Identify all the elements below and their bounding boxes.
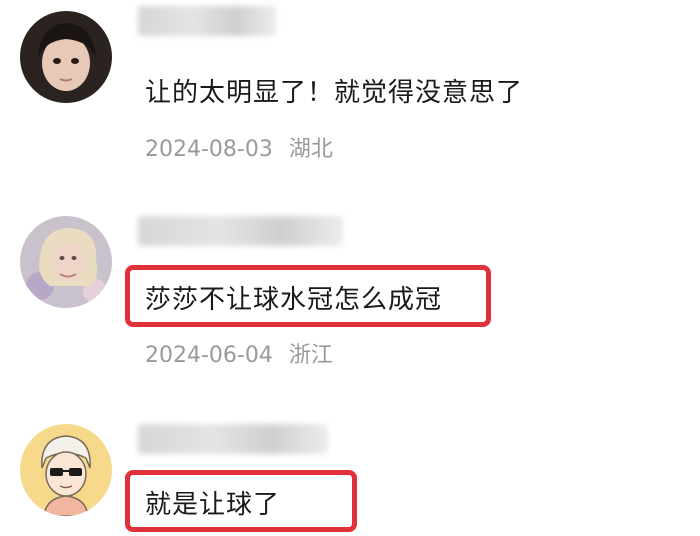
comment-list: 让的太明显了！就觉得没意思了 2024-08-03 湖北 莎莎不让球水冠怎么成冠 … <box>0 0 700 536</box>
username-blurred[interactable] <box>138 6 276 36</box>
comment-text: 让的太明显了！就觉得没意思了 <box>145 78 524 108</box>
comment-meta: 2024-08-03 湖北 <box>145 131 333 163</box>
cartoon-sunglasses-avatar-icon[interactable] <box>20 424 112 516</box>
comment-location: 浙江 <box>288 343 333 368</box>
username-blurred[interactable] <box>138 216 343 246</box>
comment-meta: 2024-06-04 浙江 <box>145 337 333 369</box>
girl-avatar-icon[interactable] <box>20 11 112 103</box>
comment-text: 就是让球了 <box>145 490 281 520</box>
comment-text: 莎莎不让球水冠怎么成冠 <box>145 285 443 315</box>
username-blurred[interactable] <box>138 424 328 454</box>
comment-location: 湖北 <box>288 137 333 162</box>
comment-date: 2024-08-03 <box>145 137 273 162</box>
blonde-woman-avatar-icon[interactable] <box>20 216 112 308</box>
comment-date: 2024-06-04 <box>145 343 273 368</box>
